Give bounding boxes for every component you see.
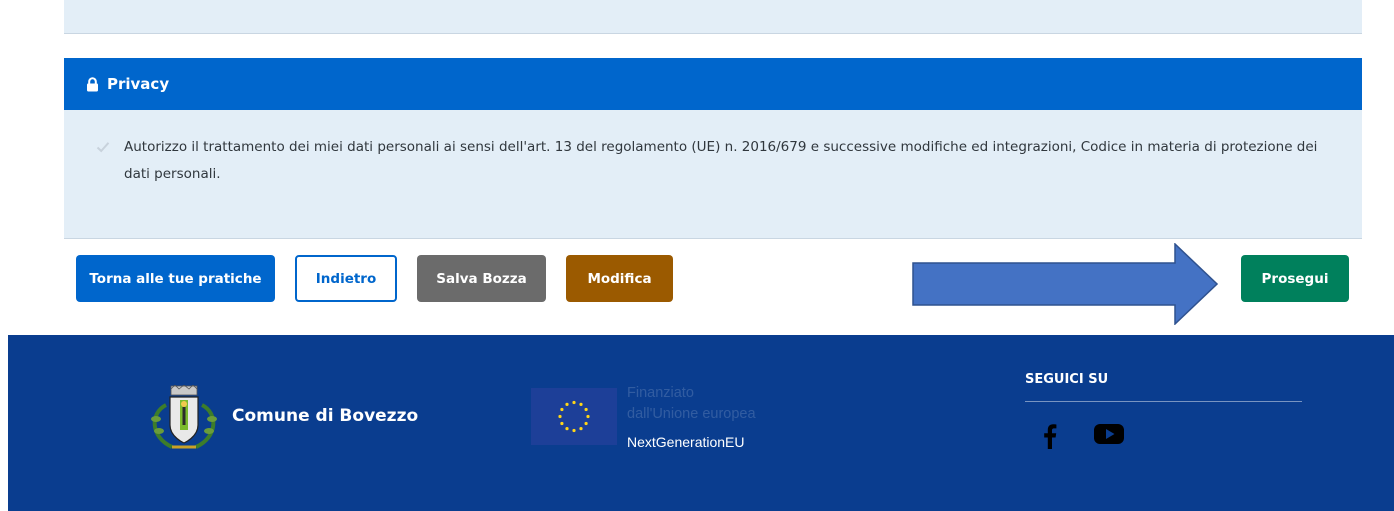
continue-button[interactable]: Prosegui xyxy=(1241,255,1349,302)
youtube-icon[interactable] xyxy=(1094,423,1124,449)
facebook-icon[interactable] xyxy=(1043,423,1057,453)
privacy-section: Privacy Autorizzo il trattamento dei mie… xyxy=(64,58,1362,239)
next-generation-eu-label: NextGenerationEU xyxy=(627,434,745,450)
eu-funding-text-line2: dall'Unione europea xyxy=(627,406,756,422)
privacy-consent-checkbox[interactable] xyxy=(94,138,112,156)
previous-section-panel xyxy=(64,0,1362,34)
privacy-header: Privacy xyxy=(64,58,1362,110)
follow-us-heading: SEGUICI SU xyxy=(1025,372,1109,387)
back-button[interactable]: Indietro xyxy=(295,255,397,302)
privacy-title: Privacy xyxy=(107,75,170,93)
site-footer: Comune di Bovezzo Finanziato dall'Unione… xyxy=(8,335,1394,511)
privacy-body: Autorizzo il trattamento dei miei dati p… xyxy=(64,110,1362,188)
back-to-practices-button[interactable]: Torna alle tue pratiche xyxy=(76,255,275,302)
municipality-crest-logo[interactable] xyxy=(142,384,226,457)
municipality-name[interactable]: Comune di Bovezzo xyxy=(232,406,418,426)
privacy-consent-label: Autorizzo il trattamento dei miei dati p… xyxy=(124,139,1318,182)
follow-us-divider xyxy=(1025,401,1302,402)
lock-icon xyxy=(86,76,99,92)
save-draft-button[interactable]: Salva Bozza xyxy=(417,255,546,302)
eu-funding-text-line1: Finanziato xyxy=(627,385,694,401)
annotation-arrow-icon xyxy=(912,243,1218,325)
edit-button[interactable]: Modifica xyxy=(566,255,673,302)
eu-flag-logo xyxy=(531,388,617,445)
checkmark-icon xyxy=(96,142,110,153)
